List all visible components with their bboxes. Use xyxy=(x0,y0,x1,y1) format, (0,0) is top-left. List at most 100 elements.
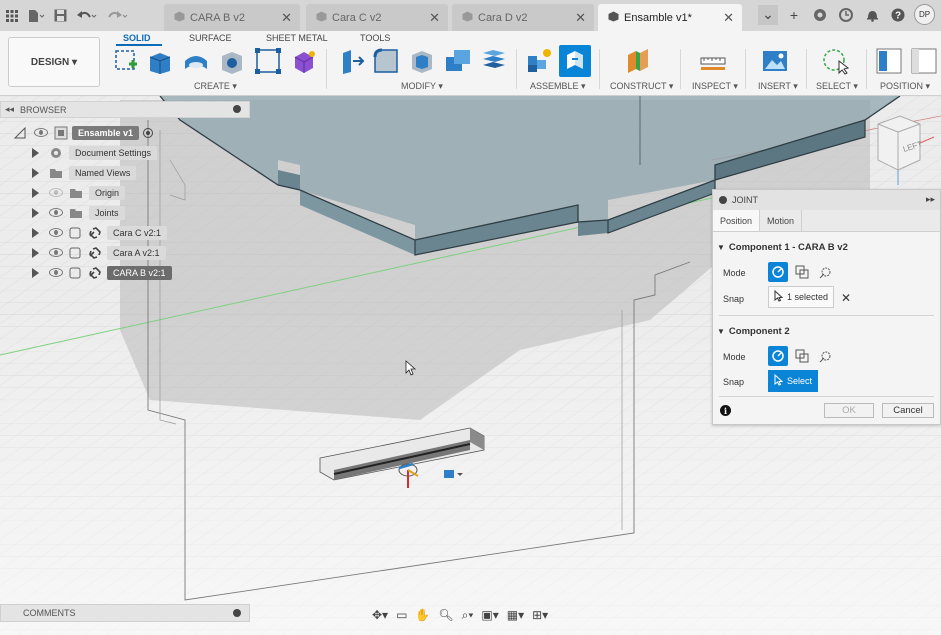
mode-between-button[interactable] xyxy=(792,262,812,282)
orbit-icon[interactable]: ✥▾ xyxy=(372,608,388,622)
notifications-icon[interactable] xyxy=(862,5,882,25)
component2-section-header[interactable]: ▼ Component 2 xyxy=(717,326,790,337)
press-pull-icon[interactable] xyxy=(337,47,365,75)
tree-root[interactable]: Ensamble v1 xyxy=(14,124,154,141)
tree-item-named-views[interactable]: Named Views xyxy=(32,164,137,181)
collapse-icon[interactable]: ◂◂ xyxy=(5,104,14,115)
workspace-dropdown[interactable]: DESIGN ▾ xyxy=(8,37,100,87)
tab-ensamble[interactable]: Ensamble v1* ✕ xyxy=(598,4,742,31)
visibility-icon[interactable] xyxy=(49,248,63,257)
extrude-icon[interactable] xyxy=(146,47,174,75)
window-select-icon[interactable] xyxy=(821,47,849,75)
joint-button[interactable] xyxy=(559,45,591,77)
job-status-icon[interactable] xyxy=(836,5,856,25)
ok-button[interactable]: OK xyxy=(824,403,874,418)
expand-icon[interactable] xyxy=(32,187,39,198)
tab-tools[interactable]: TOOLS xyxy=(360,33,390,43)
inspect-menu[interactable]: INSPECT ▾ xyxy=(692,81,738,92)
tab-surface[interactable]: SURFACE xyxy=(189,33,232,43)
display-settings-icon[interactable]: ▣▾ xyxy=(481,608,498,622)
combine-icon[interactable] xyxy=(444,47,472,75)
mode-between-button[interactable] xyxy=(792,346,812,366)
expand-icon[interactable] xyxy=(32,167,39,178)
tree-item-joints[interactable]: Joints xyxy=(32,204,125,221)
undo-icon[interactable] xyxy=(76,9,98,23)
mode-two-faces-button[interactable] xyxy=(816,262,836,282)
visibility-icon[interactable] xyxy=(49,228,63,237)
redo-icon[interactable] xyxy=(107,9,129,23)
expand-icon[interactable] xyxy=(32,147,39,158)
pattern-icon[interactable] xyxy=(254,47,282,75)
insert-menu[interactable]: INSERT ▾ xyxy=(758,81,798,92)
tree-item-cara-c[interactable]: Cara C v2:1 xyxy=(32,224,168,241)
shell-icon[interactable] xyxy=(408,47,436,75)
tab-cara-c[interactable]: Cara C v2 ✕ xyxy=(306,4,448,31)
select-menu[interactable]: SELECT ▾ xyxy=(816,81,858,92)
look-at-icon[interactable]: ▭ xyxy=(396,608,407,622)
create-menu[interactable]: CREATE ▾ xyxy=(194,81,237,92)
add-comment-icon[interactable] xyxy=(233,609,241,617)
close-icon[interactable]: ✕ xyxy=(281,10,292,26)
snap2-select-button[interactable]: Select xyxy=(768,370,819,392)
tab-sheet-metal[interactable]: SHEET METAL xyxy=(266,33,328,43)
pan-icon[interactable]: ✋ xyxy=(415,608,430,622)
expand-icon[interactable] xyxy=(32,207,39,218)
construct-menu[interactable]: CONSTRUCT ▾ xyxy=(610,81,673,92)
help-icon[interactable]: ? xyxy=(888,5,908,25)
pin-icon[interactable] xyxy=(233,105,241,113)
mode-simple-button[interactable] xyxy=(768,346,788,366)
info-icon[interactable]: i xyxy=(720,405,731,416)
split-body-icon[interactable] xyxy=(480,47,508,75)
component1-section-header[interactable]: ▼ Component 1 - CARA B v2 xyxy=(717,242,848,253)
fillet-icon[interactable] xyxy=(372,47,400,75)
tab-motion[interactable]: Motion xyxy=(760,210,803,231)
cancel-button[interactable]: Cancel xyxy=(882,403,934,418)
assemble-menu[interactable]: ASSEMBLE ▾ xyxy=(530,81,586,92)
create-form-icon[interactable] xyxy=(290,47,318,75)
tree-item-origin[interactable]: Origin xyxy=(32,184,126,201)
visibility-icon[interactable] xyxy=(49,268,63,277)
mode-two-faces-button[interactable] xyxy=(816,346,836,366)
expand-icon[interactable] xyxy=(32,267,39,278)
browser-header[interactable]: ◂◂ BROWSER xyxy=(0,101,250,118)
new-tab-icon[interactable]: + xyxy=(784,5,804,25)
tab-cara-d[interactable]: Cara D v2 ✕ xyxy=(452,4,594,31)
avatar[interactable]: DP xyxy=(914,4,935,25)
expand-icon[interactable] xyxy=(32,247,39,258)
tree-item-cara-a[interactable]: Cara A v2:1 xyxy=(32,244,166,261)
chevron-down-icon[interactable]: ⌄ xyxy=(758,4,778,25)
snap1-selection[interactable]: 1 selected xyxy=(768,286,835,308)
mode-simple-button[interactable] xyxy=(768,262,788,282)
expand-icon[interactable] xyxy=(32,227,39,238)
revolve-icon[interactable] xyxy=(182,47,210,75)
visibility-icon[interactable] xyxy=(34,128,48,137)
offset-plane-icon[interactable] xyxy=(624,47,652,75)
visibility-icon[interactable] xyxy=(49,208,63,217)
hole-icon[interactable] xyxy=(218,47,246,75)
tab-cara-b[interactable]: CARA B v2 ✕ xyxy=(164,4,300,31)
clear-selection-icon[interactable]: ✕ xyxy=(841,291,851,305)
close-icon[interactable]: ✕ xyxy=(575,10,586,26)
comments-panel[interactable]: COMMENTS xyxy=(0,604,250,622)
create-sketch-icon[interactable] xyxy=(112,47,140,75)
grid-menu-icon[interactable] xyxy=(6,9,18,22)
file-icon[interactable] xyxy=(27,9,45,23)
tree-item-cara-b[interactable]: CARA B v2:1 xyxy=(32,264,172,281)
expand-dialog-icon[interactable]: ▸▸ xyxy=(926,194,935,205)
measure-icon[interactable] xyxy=(699,47,727,75)
expand-icon[interactable] xyxy=(14,126,26,139)
dialog-titlebar[interactable]: JOINT ▸▸ xyxy=(713,190,940,210)
grid-settings-icon[interactable]: ▦▾ xyxy=(507,608,524,622)
save-icon[interactable] xyxy=(54,9,67,22)
fit-icon[interactable]: ⌕▾ xyxy=(462,608,474,623)
capture-position-icon[interactable] xyxy=(910,47,938,75)
visibility-icon[interactable] xyxy=(49,188,63,197)
tab-position[interactable]: Position xyxy=(713,210,761,231)
modify-menu[interactable]: MODIFY ▾ xyxy=(401,81,443,92)
close-icon[interactable]: ✕ xyxy=(723,10,734,26)
activate-radio-icon[interactable] xyxy=(143,127,154,138)
position-menu[interactable]: POSITION ▾ xyxy=(880,81,930,92)
viewports-icon[interactable]: ⊞▾ xyxy=(532,608,548,622)
extensions-icon[interactable] xyxy=(810,5,830,25)
tab-solid[interactable]: SOLID xyxy=(123,33,151,43)
